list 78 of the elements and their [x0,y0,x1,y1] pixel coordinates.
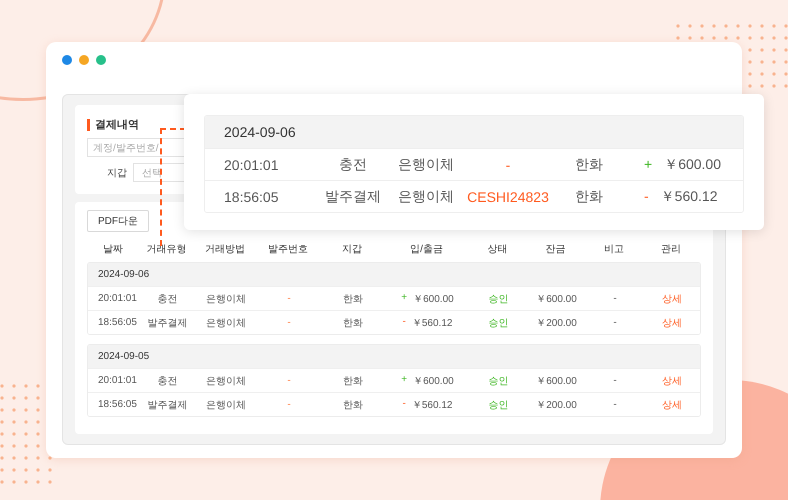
section-title: 결제내역 [95,118,139,132]
flow-sign: - [402,398,406,410]
flow-sign: - [644,188,649,206]
wallet-cell-text: 한화 [574,156,604,174]
amount-cell: ￥600.00 [664,156,722,174]
wallet-cell-text: 한화 [574,188,604,206]
time-cell-text: 20:01:01 [224,156,280,172]
wallet-cell-text: 한화 [342,292,364,306]
type-cell-text: 충전 [156,374,178,388]
status-cell-text: 승인 [488,374,510,388]
column-header: 상태 [486,243,508,256]
column-header: 거래유형 [146,243,188,256]
wallet-label: 지갑 [107,166,127,180]
method-cell-text: 은행이체 [397,188,455,206]
wallet-cell-text: 한화 [342,398,364,412]
window-dot [79,55,89,65]
time-cell-text: 18:56:05 [97,399,138,410]
flow-sign: + [644,156,652,174]
column-header: 잔금 [544,243,566,256]
group-date: 2024-09-06 [98,269,150,280]
method-cell-text: 은행이체 [205,316,247,330]
balance-cell-text: ￥600.00 [535,374,578,388]
balance-cell-text: ￥200.00 [535,316,578,330]
method-cell-text: 은행이체 [205,292,247,306]
flow-sign: + [401,374,408,386]
wallet-cell-text: 한화 [342,316,364,330]
order-number-cell-text: - [286,293,292,304]
status-cell-text: 승인 [488,292,510,306]
time-cell-text: 20:01:01 [97,293,138,304]
amount-cell-text: ￥600.00 [413,292,454,306]
type-cell-text: 충전 [156,292,178,306]
column-header: 관리 [660,243,682,256]
column-header: 발주번호 [267,243,309,256]
flow-sign: - [402,316,406,328]
method-cell-text: 은행이체 [205,398,247,412]
balance-cell-text: ￥600.00 [535,292,578,306]
group-date: 2024-09-05 [98,351,150,362]
wallet-cell-text: 한화 [342,374,364,388]
status-cell-text: 승인 [488,398,510,412]
detail-link[interactable]: 상세 [644,292,700,306]
time-cell-text: 20:01:01 [97,375,138,386]
time-cell-text: 18:56:05 [97,317,138,328]
amount-cell: ￥560.12 [660,188,718,206]
amount-cell-text: ￥560.12 [412,398,452,412]
note-cell-text: - [612,375,618,386]
type-cell-text: 충전 [338,156,368,174]
balance-cell-text: ￥200.00 [535,398,578,412]
detail-link[interactable]: 상세 [644,374,700,388]
amount-cell-text: ￥600.00 [413,374,454,388]
type-cell-text: 발주결제 [146,398,188,412]
detail-link[interactable]: 상세 [644,316,700,330]
note-cell-text: - [612,317,618,328]
window-dot [62,55,72,65]
order-number-cell-text: - [286,375,292,386]
note-cell-text: - [612,293,618,304]
column-header: 비고 [603,243,625,256]
column-header: 입/출금 [409,243,444,256]
title-marker [87,118,90,130]
amount-cell-text: ￥560.12 [412,316,452,330]
group-date: 2024-09-06 [224,124,296,140]
order-number-cell-text: CESHI24823 [466,188,550,204]
column-header: 지갑 [341,243,363,256]
note-cell-text: - [612,399,618,410]
detail-link[interactable]: 상세 [644,398,700,412]
type-cell-text: 발주결제 [324,188,382,206]
column-header: 거래방법 [204,243,246,256]
flow-sign: + [401,292,408,304]
time-cell-text: 18:56:05 [224,188,280,204]
method-cell-text: 은행이체 [397,156,455,174]
order-number-cell-text: - [504,156,512,172]
type-cell-text: 발주결제 [146,316,188,330]
pdf-download-button[interactable]: PDF다운 [87,210,149,232]
order-number-cell-text: - [286,317,292,328]
window-dot [96,55,106,65]
column-header: 날짜 [102,243,124,256]
method-cell-text: 은행이체 [205,374,247,388]
order-number-cell-text: - [286,399,292,410]
status-cell-text: 승인 [488,316,510,330]
